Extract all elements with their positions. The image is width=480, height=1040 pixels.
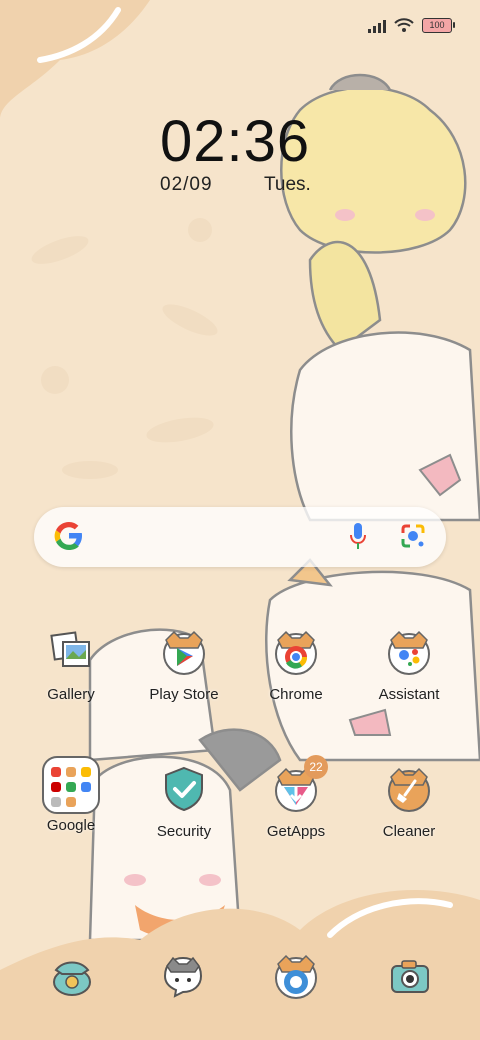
app-label: Assistant [378, 686, 440, 703]
google-search-bar[interactable] [34, 507, 446, 567]
wifi-icon [394, 18, 414, 32]
phone-icon [53, 961, 91, 996]
app-label: Security [156, 823, 212, 840]
dock-messages[interactable] [153, 952, 213, 1000]
mic-icon[interactable] [350, 523, 366, 551]
clock-date[interactable]: 02/09 [160, 174, 213, 196]
app-play-store[interactable]: Play Store [134, 628, 234, 703]
clock-time[interactable]: 02:36 [160, 108, 310, 175]
lens-icon[interactable] [400, 523, 426, 549]
app-assistant[interactable]: Assistant [359, 628, 459, 703]
clock-day: Tues. [264, 174, 311, 195]
signal-icon [368, 19, 386, 33]
assistant-icon [385, 628, 433, 676]
camera-icon [391, 960, 429, 993]
dock-camera[interactable] [380, 952, 440, 1000]
app-label: Gallery [47, 686, 95, 703]
app-gallery[interactable]: Gallery [21, 628, 121, 703]
cleaner-icon [385, 765, 433, 813]
notification-badge: 22 [304, 755, 328, 779]
battery-indicator: 100 [422, 18, 455, 33]
app-label: Cleaner [382, 823, 436, 840]
app-label: GetApps [266, 823, 326, 840]
security-icon [160, 765, 208, 813]
browser-icon [275, 954, 317, 999]
app-label: Play Store [149, 686, 219, 703]
gallery-icon [47, 628, 95, 676]
google-g-icon [54, 522, 82, 550]
folder-icon [41, 755, 101, 815]
dock-phone[interactable] [42, 952, 102, 1000]
messages-icon [163, 956, 203, 998]
app-chrome[interactable]: Chrome [246, 628, 346, 703]
app-security[interactable]: Security [134, 765, 234, 840]
app-google-folder[interactable]: Google [21, 756, 121, 834]
play-store-icon [160, 628, 208, 676]
app-cleaner[interactable]: Cleaner [359, 765, 459, 840]
getapps-icon: 22 [272, 755, 328, 813]
chrome-icon [272, 628, 320, 676]
dock-browser[interactable] [266, 952, 326, 1000]
app-label: Chrome [269, 686, 323, 703]
app-getapps[interactable]: 22 GetApps [246, 755, 346, 840]
app-label: Google [46, 817, 96, 834]
status-bar: 100 [368, 18, 455, 33]
